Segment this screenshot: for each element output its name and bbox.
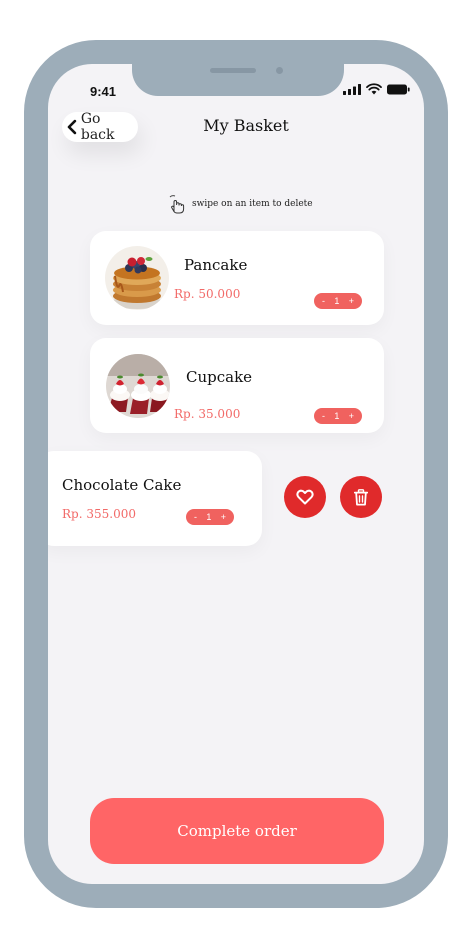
delete-button[interactable]: [340, 476, 382, 518]
basket-item-pancake[interactable]: Pancake Rp. 50.000 - 1 +: [90, 231, 384, 325]
quantity-value: 1: [206, 512, 212, 522]
pancake-image: [105, 246, 169, 310]
decrease-quantity-button[interactable]: -: [322, 296, 325, 306]
app-screen: 9:41 Go back My Basket swipe on an item …: [48, 64, 424, 884]
swipe-hint: swipe on an item to delete: [168, 194, 313, 214]
decrease-quantity-button[interactable]: -: [322, 411, 325, 421]
complete-order-button[interactable]: Complete order: [90, 798, 384, 864]
heart-icon: [296, 489, 314, 505]
increase-quantity-button[interactable]: +: [349, 411, 354, 421]
status-icons: [343, 83, 410, 95]
quantity-stepper: - 1 +: [186, 509, 234, 525]
phone-notch: [132, 64, 344, 96]
cupcake-image: [106, 354, 170, 418]
quantity-value: 1: [334, 296, 340, 306]
page-title: My Basket: [203, 116, 289, 135]
item-price: Rp. 355.000: [62, 507, 136, 521]
item-name: Pancake: [184, 256, 248, 274]
item-name: Chocolate Cake: [62, 476, 182, 494]
item-price: Rp. 50.000: [174, 287, 241, 301]
decrease-quantity-button[interactable]: -: [194, 512, 197, 522]
increase-quantity-button[interactable]: +: [221, 512, 226, 522]
wifi-icon: [366, 83, 382, 95]
signal-icon: [343, 83, 361, 95]
swipe-hint-text: swipe on an item to delete: [192, 199, 313, 209]
quantity-value: 1: [334, 411, 340, 421]
battery-icon: [387, 84, 410, 94]
basket-item-cupcake[interactable]: Cupcake Rp. 35.000 - 1 +: [90, 338, 384, 433]
trash-icon: [354, 488, 368, 505]
quantity-stepper: - 1 +: [314, 408, 362, 424]
favorite-button[interactable]: [284, 476, 326, 518]
swipe-hand-icon: [169, 195, 185, 214]
status-time: 9:41: [90, 84, 117, 99]
quantity-stepper: - 1 +: [314, 293, 362, 309]
basket-item-chocolate-cake[interactable]: Chocolate Cake Rp. 355.000 - 1 +: [48, 451, 262, 546]
notch-speaker: [210, 68, 256, 73]
item-name: Cupcake: [186, 368, 253, 386]
notch-camera: [276, 67, 283, 74]
increase-quantity-button[interactable]: +: [349, 296, 354, 306]
item-price: Rp. 35.000: [174, 407, 241, 421]
